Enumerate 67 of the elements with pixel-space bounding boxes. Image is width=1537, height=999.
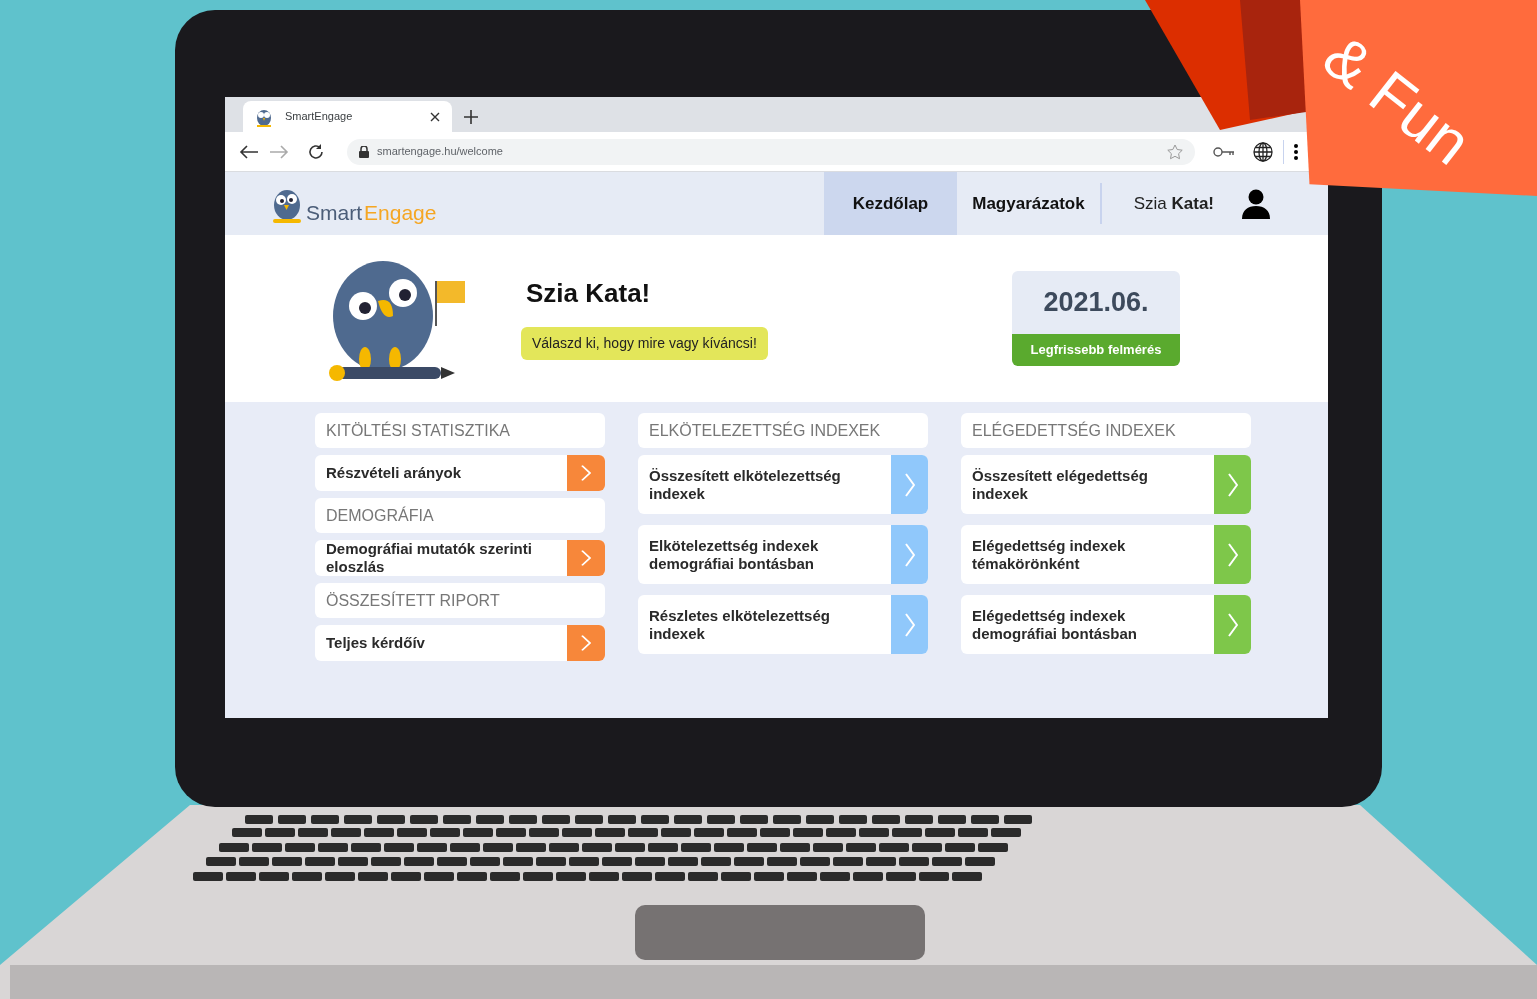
chevron-right-icon (904, 612, 915, 637)
report-label: Részvételi arányok (325, 464, 463, 482)
report-link[interactable]: Összesített elkötelezettség indexek (638, 455, 928, 514)
star-icon[interactable] (1167, 143, 1183, 160)
report-label: Összesített elégedettség indexek (971, 466, 1149, 503)
report-link[interactable]: Teljes kérdőív (315, 625, 605, 661)
globe-icon[interactable] (1253, 141, 1273, 162)
welcome-heading: Szia Kata! (526, 276, 651, 310)
report-label: Teljes kérdőív (325, 634, 426, 652)
forward-icon[interactable] (269, 143, 289, 160)
arrow-button[interactable] (567, 455, 605, 491)
greeting-text: Szia Kata! (1133, 192, 1214, 215)
logo-text: Smart (306, 202, 362, 223)
chevron-right-icon (904, 542, 915, 567)
report-link[interactable]: Elégedettség indexek témakörönként (961, 525, 1251, 584)
section-heading: ELKÖTELEZETTSÉG INDEXEK (638, 413, 928, 448)
tab-title: SmartEngage (285, 109, 354, 125)
report-link[interactable]: Részvételi arányok (315, 455, 605, 491)
report-label: Elégedettség indexek témakörönként (971, 536, 1127, 573)
chevron-right-icon (581, 550, 591, 566)
report-link[interactable]: Elégedettség indexek demográfiai bontásban (961, 595, 1251, 654)
chevron-right-icon (581, 465, 591, 481)
report-link[interactable]: Részletes elkötelezettség indexek (638, 595, 928, 654)
report-label: Elkötelezettség indexek demográfiai bontásban (648, 536, 820, 573)
address-field[interactable]: smartengage.hu/welcome (347, 138, 1195, 165)
report-label: Részletes elkötelezettség indexek (648, 606, 831, 643)
nav-tab[interactable]: Kezdőlap (823, 172, 958, 235)
chevron-right-icon (904, 472, 915, 497)
arrow-button[interactable] (891, 455, 928, 514)
survey-date: 2021.06. (1042, 286, 1150, 320)
report-link[interactable]: Demográfiai mutatók szerinti eloszlás (315, 540, 605, 576)
section-heading: DEMOGRÁFIA (315, 498, 605, 533)
nav-tab[interactable]: Magyarázatok (957, 172, 1100, 235)
report-label: Demográfiai mutatók szerinti eloszlás (325, 540, 533, 576)
speech-bubble: Válaszd ki, hogy mire vagy kíváncsi! (521, 326, 768, 360)
logo-text: Engage (364, 202, 437, 223)
arrow-button[interactable] (1214, 525, 1251, 584)
key-icon[interactable] (1213, 146, 1235, 157)
chevron-right-icon (581, 635, 591, 651)
back-icon[interactable] (239, 143, 259, 160)
arrow-button[interactable] (891, 595, 928, 654)
new-tab-icon[interactable] (464, 110, 478, 124)
arrow-button[interactable] (891, 525, 928, 584)
logo[interactable]: SmartEngage (270, 172, 437, 235)
arrow-button[interactable] (567, 625, 605, 661)
section-heading: KITÖLTÉSI STATISZTIKA (315, 413, 605, 448)
browser-tab[interactable]: SmartEngage (243, 101, 452, 132)
report-link[interactable]: Elkötelezettség indexek demográfiai bontásban (638, 525, 928, 584)
reload-icon[interactable] (307, 142, 325, 161)
survey-card[interactable]: 2021.06. Legfrissebb felmérés (1012, 271, 1180, 366)
report-link[interactable]: Összesített elégedettség indexek (961, 455, 1251, 514)
close-icon[interactable] (430, 111, 440, 122)
arrow-button[interactable] (1214, 455, 1251, 514)
ribbon-text: & Fun (1312, 24, 1482, 176)
menu-icon[interactable] (1294, 143, 1298, 160)
chevron-right-icon (1227, 472, 1238, 497)
section-heading: ELÉGEDETTSÉG INDEXEK (961, 413, 1251, 448)
user-icon[interactable] (1242, 188, 1270, 219)
lock-icon (359, 145, 369, 158)
chevron-right-icon (1227, 612, 1238, 637)
chevron-right-icon (1227, 542, 1238, 567)
report-label: Összesített elkötelezettség indexek (648, 466, 842, 503)
section-heading: ÖSSZESÍTETT RIPORT (315, 583, 605, 618)
url-text: smartengage.hu/welcome (377, 144, 504, 160)
report-label: Elégedettség indexek demográfiai bontásban (971, 606, 1139, 643)
arrow-button[interactable] (1214, 595, 1251, 654)
arrow-button[interactable] (567, 540, 605, 576)
